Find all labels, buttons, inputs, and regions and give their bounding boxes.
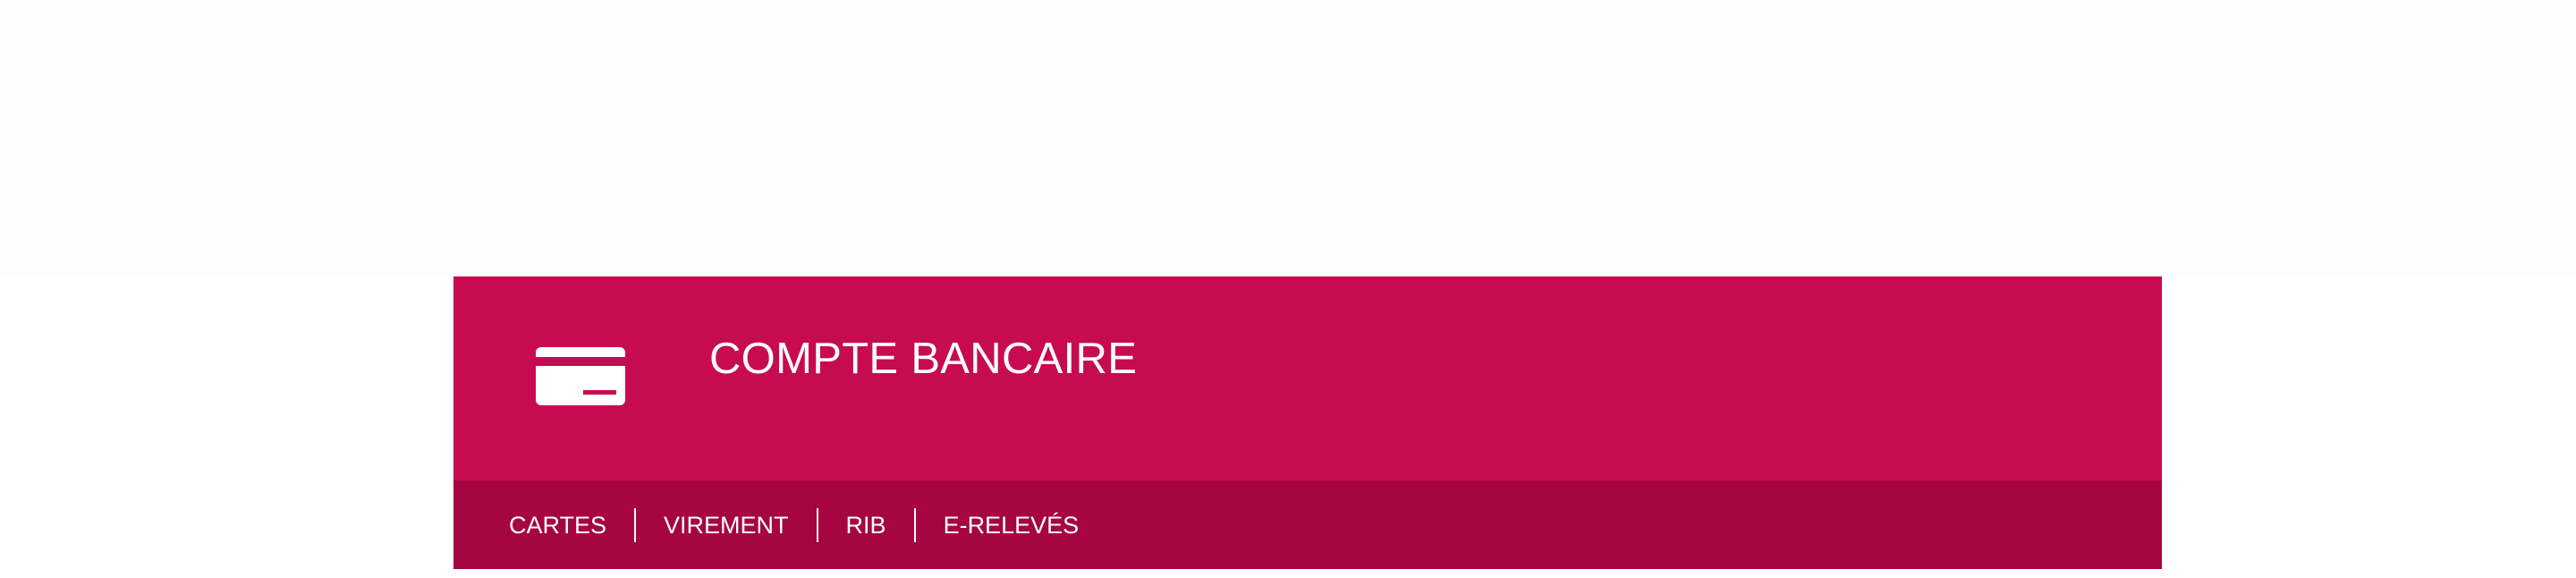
nav-link-rib[interactable]: RIB xyxy=(846,507,886,543)
account-panel: COMPTE BANCAIRE CARTES VIREMENT RIB E-RE… xyxy=(453,276,2162,569)
nav-link-virement[interactable]: VIREMENT xyxy=(664,507,789,543)
panel-title: COMPTE BANCAIRE xyxy=(709,335,1138,383)
nav-link-cartes[interactable]: CARTES xyxy=(509,507,606,543)
nav-separator xyxy=(913,507,916,542)
blank-top-area xyxy=(0,0,2576,276)
account-nav: CARTES VIREMENT RIB E-RELEVÉS xyxy=(453,480,2162,569)
credit-card-icon xyxy=(536,347,625,405)
panel-header: COMPTE BANCAIRE xyxy=(453,276,2162,480)
nav-separator xyxy=(816,507,818,542)
nav-separator xyxy=(634,507,637,542)
nav-link-e-releves[interactable]: E-RELEVÉS xyxy=(944,507,1080,543)
